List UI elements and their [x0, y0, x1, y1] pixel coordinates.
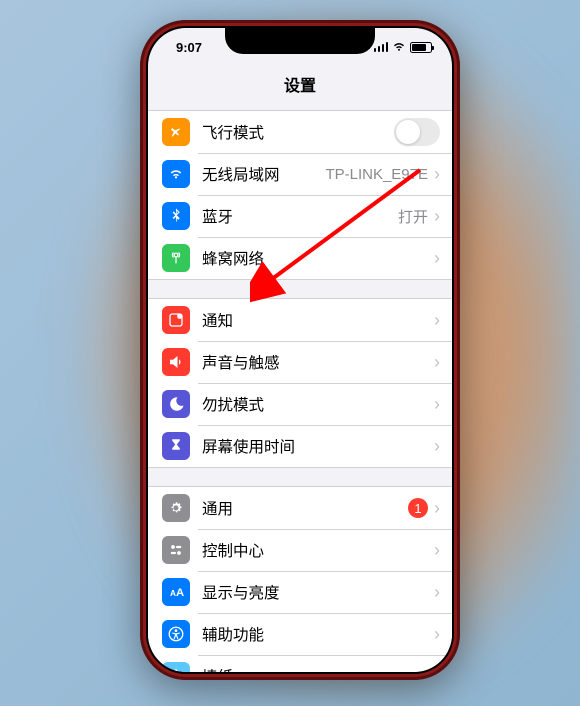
chevron-right-icon: ›	[434, 583, 440, 601]
settings-row-general[interactable]: 通用1 ›	[148, 487, 452, 529]
toggle-switch[interactable]	[394, 118, 440, 146]
row-label: 声音与触感	[202, 351, 434, 373]
settings-row-wifi[interactable]: 无线局域网TP-LINK_E97E ›	[148, 153, 452, 195]
settings-row-sounds[interactable]: 声音与触感›	[148, 341, 452, 383]
row-value: TP-LINK_E97E	[325, 166, 428, 183]
row-label: 飞行模式	[202, 121, 394, 143]
row-label: 辅助功能	[202, 623, 434, 645]
settings-row-display[interactable]: AA 显示与亮度›	[148, 571, 452, 613]
page-title: 设置	[148, 66, 452, 106]
chevron-right-icon: ›	[434, 625, 440, 643]
row-label: 通知	[202, 309, 434, 331]
chevron-right-icon: ›	[434, 207, 440, 225]
row-label: 蓝牙	[202, 205, 398, 227]
svg-text:A: A	[170, 589, 176, 598]
row-value: 打开	[398, 206, 428, 227]
settings-group: 飞行模式无线局域网TP-LINK_E97E›蓝牙打开›蜂窝网络›	[148, 110, 452, 280]
settings-group: 通知›声音与触感›勿扰模式›屏幕使用时间›	[148, 298, 452, 468]
row-label: 显示与亮度	[202, 581, 434, 603]
settings-row-airplane-mode[interactable]: 飞行模式	[148, 111, 452, 153]
svg-text:A: A	[176, 587, 184, 599]
row-label: 蜂窝网络	[202, 247, 434, 269]
accessibility-icon	[162, 620, 190, 648]
row-label: 无线局域网	[202, 163, 325, 185]
airplane-icon	[162, 118, 190, 146]
bluetooth-icon	[162, 202, 190, 230]
phone-frame: 9:07 设置 飞行模式无线局域网TP-LINK_E97E›蓝牙打开›蜂窝网络›…	[140, 20, 460, 680]
textsize-icon: AA	[162, 578, 190, 606]
flower-icon	[162, 662, 190, 672]
notification-icon	[162, 306, 190, 334]
chevron-right-icon: ›	[434, 541, 440, 559]
chevron-right-icon: ›	[434, 353, 440, 371]
row-label: 墙纸	[202, 665, 434, 672]
settings-row-screentime[interactable]: 屏幕使用时间›	[148, 425, 452, 467]
battery-icon	[410, 42, 432, 53]
chevron-right-icon: ›	[434, 249, 440, 267]
hourglass-icon	[162, 432, 190, 460]
wifi-icon	[392, 42, 406, 52]
chevron-right-icon: ›	[434, 667, 440, 672]
row-label: 控制中心	[202, 539, 434, 561]
notch	[225, 26, 375, 54]
settings-list[interactable]: 飞行模式无线局域网TP-LINK_E97E›蓝牙打开›蜂窝网络›通知›声音与触感…	[148, 106, 452, 672]
moon-icon	[162, 390, 190, 418]
settings-row-accessibility[interactable]: 辅助功能›	[148, 613, 452, 655]
badge: 1	[408, 498, 428, 518]
row-label: 屏幕使用时间	[202, 435, 434, 457]
row-label: 通用	[202, 497, 408, 519]
settings-row-dnd[interactable]: 勿扰模式›	[148, 383, 452, 425]
cellular-signal-icon	[374, 42, 389, 52]
status-time: 9:07	[176, 40, 202, 55]
chevron-right-icon: ›	[434, 499, 440, 517]
settings-row-notifications[interactable]: 通知›	[148, 299, 452, 341]
settings-row-bluetooth[interactable]: 蓝牙打开 ›	[148, 195, 452, 237]
gear-icon	[162, 494, 190, 522]
chevron-right-icon: ›	[434, 395, 440, 413]
chevron-right-icon: ›	[434, 311, 440, 329]
chevron-right-icon: ›	[434, 437, 440, 455]
settings-row-wallpaper[interactable]: 墙纸›	[148, 655, 452, 672]
row-label: 勿扰模式	[202, 393, 434, 415]
screen: 9:07 设置 飞行模式无线局域网TP-LINK_E97E›蓝牙打开›蜂窝网络›…	[148, 28, 452, 672]
settings-group: 通用1›控制中心›AA显示与亮度›辅助功能›墙纸›Siri与搜索›面容ID与密码…	[148, 486, 452, 672]
chevron-right-icon: ›	[434, 165, 440, 183]
settings-row-cellular[interactable]: 蜂窝网络›	[148, 237, 452, 279]
speaker-icon	[162, 348, 190, 376]
antenna-icon	[162, 244, 190, 272]
switches-icon	[162, 536, 190, 564]
settings-row-control-center[interactable]: 控制中心›	[148, 529, 452, 571]
wifi-icon	[162, 160, 190, 188]
